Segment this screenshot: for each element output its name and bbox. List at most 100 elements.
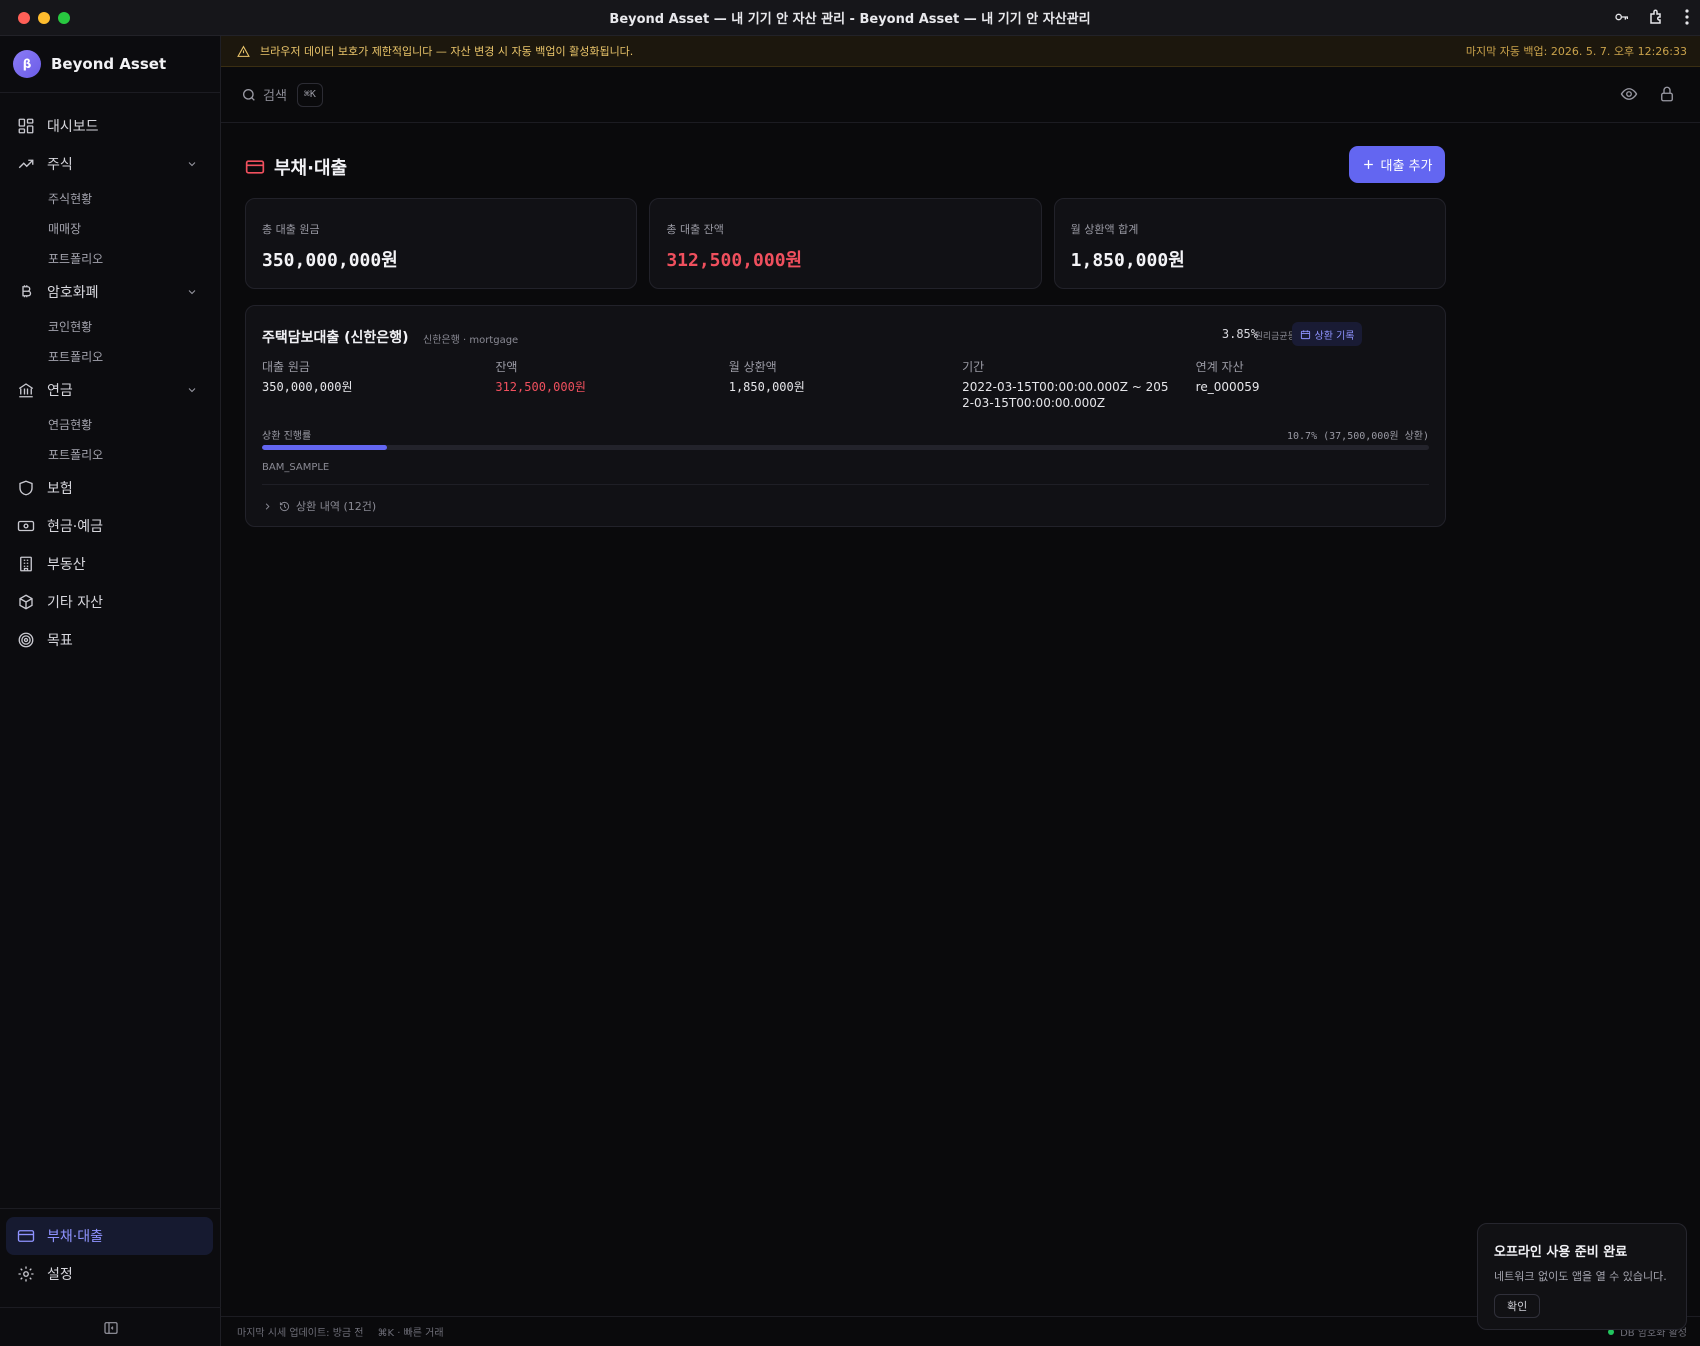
sidebar-item-cash[interactable]: 현금·예금 <box>0 507 220 545</box>
search-icon <box>243 88 255 101</box>
sidebar-subitem-stock-portfolio[interactable]: 포트폴리오 <box>0 243 220 273</box>
last-price-update: 마지막 시세 업데이트: 방금 전 <box>237 1328 364 1339</box>
history-icon <box>279 501 290 511</box>
sidebar-item-label: 연금 <box>47 383 73 399</box>
page-title: 부채·대출 <box>245 154 347 180</box>
trending-up-icon <box>18 159 34 169</box>
eye-icon[interactable] <box>1620 85 1638 103</box>
stat-card-monthly-payment: 월 상환액 합계 1,850,000원 <box>1053 198 1446 289</box>
close-window-button[interactable] <box>18 12 30 24</box>
sidebar-subitem-trade-book[interactable]: 매매장 <box>0 213 220 243</box>
stat-value: 312,500,000원 <box>666 250 803 271</box>
loan-name: 주택담보대출 (신한은행) <box>262 330 409 346</box>
sidebar-item-dashboard[interactable]: 대시보드 <box>0 107 220 145</box>
loan-repayment-type: 원리금균등 <box>1254 332 1296 342</box>
toast-body: 네트워크 없이도 앱을 열 수 있습니다. <box>1494 1270 1667 1283</box>
sidebar-item-label: 암호화폐 <box>47 285 99 301</box>
field-value: 2022-03-15T00:00:00.000Z ~ 2052-03-15T00… <box>962 380 1169 410</box>
extensions-icon[interactable] <box>1648 8 1666 26</box>
chevron-down-icon[interactable] <box>186 158 198 170</box>
banner-message: 브라우저 데이터 보호가 제한적입니다 — 자산 변경 시 자동 백업이 활성화… <box>260 45 634 58</box>
sidebar-subitem-coin-status[interactable]: 코인현황 <box>0 311 220 341</box>
field-value: 312,500,000원 <box>495 380 586 394</box>
loan-meta: 신한은행 · mortgage <box>423 335 519 346</box>
more-menu-icon[interactable] <box>1684 9 1690 25</box>
offline-ready-toast: 오프라인 사용 준비 완료 네트워크 없이도 앱을 열 수 있습니다. 확인 <box>1477 1223 1687 1330</box>
sidebar-item-goals[interactable]: 목표 <box>0 621 220 659</box>
sidebar-subitem-crypto-portfolio[interactable]: 포트폴리오 <box>0 341 220 371</box>
sidebar-item-crypto[interactable]: 암호화폐 <box>0 273 220 311</box>
sidebar-item-label: 현금·예금 <box>47 519 103 535</box>
sidebar-subitem-pension-status[interactable]: 연금현황 <box>0 409 220 439</box>
repayment-progress: 상환 진행률 10.7% (37,500,000원 상환) <box>262 423 1429 442</box>
search-trigger[interactable]: 검색 ⌘K <box>241 82 323 107</box>
loan-tag: BAM_SAMPLE <box>262 462 330 473</box>
sidebar-footer <box>0 1307 221 1346</box>
stat-label: 월 상환액 합계 <box>1070 223 1139 236</box>
loan-field-linked-asset: 연계 자산 re_000059 <box>1196 358 1429 418</box>
dashboard-icon <box>18 118 34 134</box>
sidebar-item-label: 설정 <box>47 1267 73 1283</box>
loan-interest-rate: 3.85% <box>1221 327 1258 341</box>
sidebar: β Beyond Asset 대시보드 주식 주식현황 매매장 포트폴리오 암호… <box>0 36 221 1346</box>
bank-icon <box>18 383 34 398</box>
loan-field-principal: 대출 원금 350,000,000원 <box>262 358 495 418</box>
loan-field-monthly: 월 상환액 1,850,000원 <box>729 358 962 418</box>
sidebar-subitem-stock-status[interactable]: 주식현황 <box>0 183 220 213</box>
stat-value: 1,850,000원 <box>1070 250 1185 271</box>
summary-stats: 총 대출 원금 350,000,000원 총 대출 잔액 312,500,000… <box>245 198 1446 289</box>
security-warning-banner: 브라우저 데이터 보호가 제한적입니다 — 자산 변경 시 자동 백업이 활성화… <box>221 36 1700 67</box>
chevron-down-icon[interactable] <box>186 384 198 396</box>
brand[interactable]: β Beyond Asset <box>0 36 220 93</box>
stat-value: 350,000,000원 <box>262 250 398 271</box>
record-repayment-button[interactable]: 상환 기록 <box>1292 322 1362 346</box>
quick-trade-hint: ⌘K · 빠른 거래 <box>377 1328 444 1339</box>
sidebar-item-stocks[interactable]: 주식 <box>0 145 220 183</box>
search-shortcut-badge: ⌘K <box>296 82 323 107</box>
progress-track <box>262 445 1429 450</box>
field-label: 기간 <box>962 360 985 374</box>
sidebar-bottom-nav: 부채·대출 설정 <box>0 1208 221 1293</box>
sidebar-item-other-assets[interactable]: 기타 자산 <box>0 583 220 621</box>
record-repayment-label: 상환 기록 <box>1314 330 1355 342</box>
target-icon <box>18 632 34 648</box>
key-icon[interactable] <box>1614 9 1630 25</box>
chevron-down-icon[interactable] <box>186 286 198 298</box>
field-value: 350,000,000원 <box>262 380 353 394</box>
sidebar-item-debt[interactable]: 부채·대출 <box>6 1217 213 1255</box>
credit-card-icon <box>17 1230 35 1242</box>
sidebar-item-real-estate[interactable]: 부동산 <box>0 545 220 583</box>
toast-title: 오프라인 사용 준비 완료 <box>1494 1245 1628 1260</box>
page-title-text: 부채·대출 <box>274 158 348 179</box>
sidebar-item-settings[interactable]: 설정 <box>0 1255 221 1293</box>
sidebar-item-label: 주식 <box>47 157 73 173</box>
loan-card: 주택담보대출 (신한은행) 신한은행 · mortgage 3.85% 원리금균… <box>245 305 1446 527</box>
repayment-history-toggle[interactable]: 상환 내역 (12건) <box>262 498 1429 514</box>
brand-name: Beyond Asset <box>51 55 167 73</box>
bitcoin-icon <box>22 285 32 298</box>
window-title: Beyond Asset — 내 기기 안 자산 관리 - Beyond Ass… <box>609 12 1091 27</box>
gear-icon <box>18 1266 34 1282</box>
sidebar-subitem-pension-portfolio[interactable]: 포트폴리오 <box>0 439 220 469</box>
sidebar-item-label: 부동산 <box>47 557 86 573</box>
window-controls <box>18 12 70 24</box>
lock-icon[interactable] <box>1658 85 1676 103</box>
chevron-right-icon <box>265 502 270 510</box>
sidebar-item-pension[interactable]: 연금 <box>0 371 220 409</box>
sidebar-nav: 대시보드 주식 주식현황 매매장 포트폴리오 암호화폐 코인현황 포트폴리오 연… <box>0 93 220 659</box>
minimize-window-button[interactable] <box>38 12 50 24</box>
stat-card-total-principal: 총 대출 원금 350,000,000원 <box>245 198 638 289</box>
field-value: re_000059 <box>1195 380 1260 394</box>
field-label: 연계 자산 <box>1195 360 1244 374</box>
credit-card-icon <box>245 160 265 174</box>
toast-confirm-button[interactable]: 확인 <box>1494 1294 1541 1318</box>
sidebar-item-insurance[interactable]: 보험 <box>0 469 220 507</box>
sidebar-item-label: 대시보드 <box>47 119 99 135</box>
stat-label: 총 대출 잔액 <box>666 223 724 236</box>
add-loan-button[interactable]: 대출 추가 <box>1349 146 1445 183</box>
maximize-window-button[interactable] <box>58 12 70 24</box>
collapse-sidebar-icon[interactable] <box>103 1320 119 1336</box>
loan-field-balance: 잔액 312,500,000원 <box>495 358 728 418</box>
shield-icon <box>19 480 33 496</box>
loan-details: 대출 원금 350,000,000원 잔액 312,500,000원 월 상환액… <box>262 358 1429 418</box>
